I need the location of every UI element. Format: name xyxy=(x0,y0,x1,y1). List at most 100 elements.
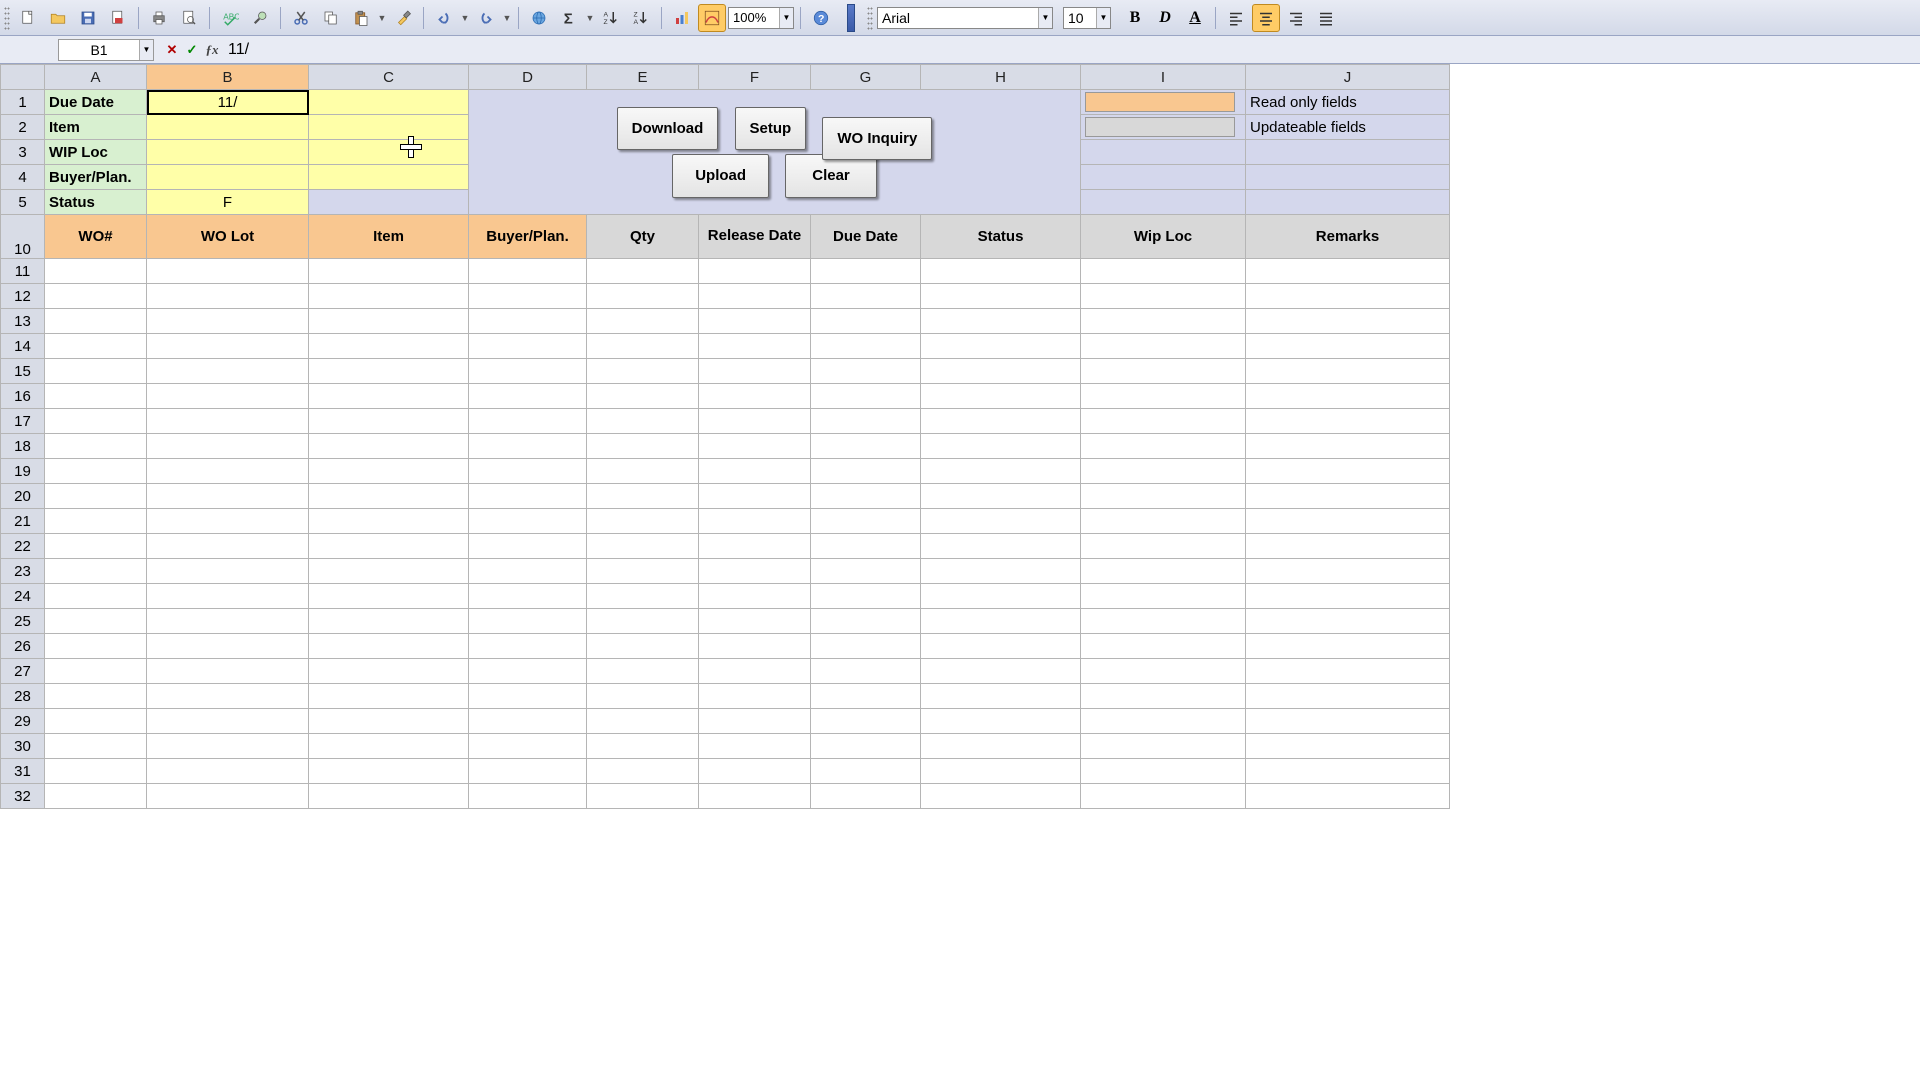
th-qty[interactable]: Qty xyxy=(587,215,699,259)
empty-cell[interactable] xyxy=(587,759,699,784)
empty-cell[interactable] xyxy=(699,684,811,709)
font-name-input[interactable] xyxy=(878,10,1038,26)
empty-cell[interactable] xyxy=(469,784,587,809)
empty-cell[interactable] xyxy=(811,634,921,659)
empty-cell[interactable] xyxy=(45,634,147,659)
row-header[interactable]: 11 xyxy=(1,259,45,284)
empty-cell[interactable] xyxy=(921,759,1081,784)
empty-cell[interactable] xyxy=(587,784,699,809)
copy-icon[interactable] xyxy=(317,4,345,32)
empty-cell[interactable] xyxy=(469,759,587,784)
empty-cell[interactable] xyxy=(147,784,309,809)
empty-cell[interactable] xyxy=(147,484,309,509)
empty-cell[interactable] xyxy=(699,734,811,759)
empty-cell[interactable] xyxy=(921,534,1081,559)
empty-cell[interactable] xyxy=(45,534,147,559)
empty-cell[interactable] xyxy=(45,759,147,784)
row-header[interactable]: 27 xyxy=(1,659,45,684)
empty-cell[interactable] xyxy=(1081,309,1246,334)
empty-cell[interactable] xyxy=(699,584,811,609)
empty-cell[interactable] xyxy=(469,509,587,534)
empty-cell[interactable] xyxy=(469,309,587,334)
empty-cell[interactable] xyxy=(45,309,147,334)
col-header-F[interactable]: F xyxy=(699,65,811,90)
row-header[interactable]: 1 xyxy=(1,90,45,115)
label-buyer-plan[interactable]: Buyer/Plan. xyxy=(45,165,147,190)
input-due-date-b[interactable]: 11/ xyxy=(147,90,309,115)
sum-dropdown[interactable]: ▼ xyxy=(585,13,595,23)
empty-cell[interactable] xyxy=(309,584,469,609)
empty-cell[interactable] xyxy=(469,334,587,359)
empty-cell[interactable] xyxy=(1246,284,1450,309)
empty-cell[interactable] xyxy=(1246,784,1450,809)
row-header[interactable]: 15 xyxy=(1,359,45,384)
name-box-dropdown-icon[interactable]: ▼ xyxy=(139,40,153,60)
empty-cell[interactable] xyxy=(309,359,469,384)
row-header[interactable]: 23 xyxy=(1,559,45,584)
empty-cell[interactable] xyxy=(309,459,469,484)
empty-cell[interactable] xyxy=(921,334,1081,359)
empty-cell[interactable] xyxy=(811,559,921,584)
empty-cell[interactable] xyxy=(1246,609,1450,634)
empty-cell[interactable] xyxy=(309,634,469,659)
col-header-E[interactable]: E xyxy=(587,65,699,90)
empty-cell[interactable] xyxy=(921,709,1081,734)
empty-cell[interactable] xyxy=(309,659,469,684)
empty-cell[interactable] xyxy=(1081,284,1246,309)
empty-cell[interactable] xyxy=(45,784,147,809)
col-header-A[interactable]: A xyxy=(45,65,147,90)
empty-cell[interactable] xyxy=(699,309,811,334)
accept-icon[interactable]: ✓ xyxy=(182,39,202,61)
empty-cell[interactable] xyxy=(699,434,811,459)
empty-cell[interactable] xyxy=(45,259,147,284)
empty-cell[interactable] xyxy=(587,684,699,709)
empty-cell[interactable] xyxy=(469,634,587,659)
row-header[interactable]: 32 xyxy=(1,784,45,809)
empty-cell[interactable] xyxy=(699,459,811,484)
function-wizard-icon[interactable]: ƒx xyxy=(202,39,222,61)
empty-cell[interactable] xyxy=(921,659,1081,684)
empty-cell[interactable] xyxy=(587,309,699,334)
empty-cell[interactable] xyxy=(699,409,811,434)
spreadsheet-area[interactable]: A B C D E F G H I J 1 Due Date 11/ Downl… xyxy=(0,64,1920,809)
empty-cell[interactable] xyxy=(147,609,309,634)
empty-cell[interactable] xyxy=(811,309,921,334)
wo-inquiry-button[interactable]: WO Inquiry xyxy=(822,117,932,161)
empty-cell[interactable] xyxy=(921,359,1081,384)
empty-cell[interactable] xyxy=(469,434,587,459)
empty-cell[interactable] xyxy=(699,359,811,384)
row-header[interactable]: 24 xyxy=(1,584,45,609)
row-header[interactable]: 25 xyxy=(1,609,45,634)
font-size-combo[interactable]: ▼ xyxy=(1063,7,1111,29)
empty-cell[interactable] xyxy=(921,784,1081,809)
col-header-C[interactable]: C xyxy=(309,65,469,90)
export-pdf-icon[interactable] xyxy=(104,4,132,32)
empty-cell[interactable] xyxy=(1246,434,1450,459)
italic-icon[interactable]: D xyxy=(1151,4,1179,32)
empty-cell[interactable] xyxy=(921,559,1081,584)
row-header[interactable]: 21 xyxy=(1,509,45,534)
empty-cell[interactable] xyxy=(469,359,587,384)
input-item-b[interactable] xyxy=(147,115,309,140)
empty-cell[interactable] xyxy=(699,659,811,684)
empty-cell[interactable] xyxy=(147,659,309,684)
empty-cell[interactable] xyxy=(147,384,309,409)
sum-icon[interactable]: Σ xyxy=(555,4,583,32)
empty-cell[interactable] xyxy=(699,534,811,559)
col-header-B[interactable]: B xyxy=(147,65,309,90)
empty-cell[interactable] xyxy=(811,434,921,459)
empty-cell[interactable] xyxy=(45,709,147,734)
row-header[interactable]: 14 xyxy=(1,334,45,359)
empty-cell[interactable] xyxy=(1246,334,1450,359)
empty-cell[interactable] xyxy=(811,509,921,534)
empty-cell[interactable] xyxy=(699,384,811,409)
empty-cell[interactable] xyxy=(921,609,1081,634)
empty-cell[interactable] xyxy=(45,559,147,584)
empty-cell[interactable] xyxy=(147,359,309,384)
empty-cell[interactable] xyxy=(45,609,147,634)
row-header[interactable]: 10 xyxy=(1,215,45,259)
th-wo-num[interactable]: WO# xyxy=(45,215,147,259)
empty-cell[interactable] xyxy=(45,434,147,459)
empty-cell[interactable] xyxy=(147,559,309,584)
empty-cell[interactable] xyxy=(699,559,811,584)
